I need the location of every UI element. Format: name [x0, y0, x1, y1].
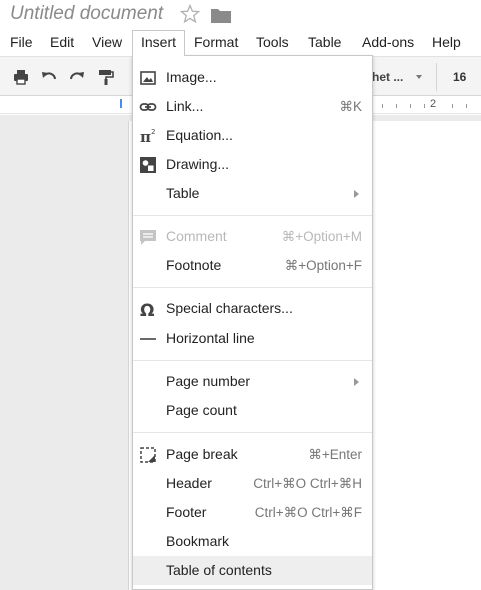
page-break-icon: [140, 447, 156, 463]
print-icon[interactable]: [12, 68, 30, 86]
star-icon[interactable]: [180, 4, 200, 24]
submenu-arrow-icon: [354, 378, 359, 386]
title-row: Untitled document: [0, 0, 481, 30]
horizontal-line-icon: [140, 338, 156, 340]
menu-divider: [133, 287, 372, 288]
ruler-tick: [382, 104, 383, 108]
toolbar-divider: [436, 63, 437, 91]
menu-item-label: Link...: [166, 98, 204, 114]
link-icon: [139, 103, 157, 111]
insert-menu: Image... Link... ⌘K π 2 Equation... Draw…: [132, 55, 373, 590]
menu-item-shortcut: ⌘+Option+M: [281, 229, 362, 244]
menu-divider: [133, 432, 372, 433]
menu-item-label: Comment: [166, 228, 227, 244]
insert-comment-item: Comment ⌘+Option+M: [133, 222, 372, 251]
insert-page-break-item[interactable]: Page break ⌘+Enter: [133, 440, 372, 469]
insert-link-item[interactable]: Link... ⌘K: [133, 92, 372, 121]
font-size-select[interactable]: 16: [453, 70, 466, 84]
document-title[interactable]: Untitled document: [10, 3, 163, 25]
menu-item-shortcut: ⌘+Option+F: [284, 258, 362, 273]
insert-drawing-item[interactable]: Drawing...: [133, 150, 372, 179]
menu-view[interactable]: View: [92, 30, 122, 56]
undo-icon[interactable]: [40, 68, 58, 86]
ruler-number: 2: [430, 98, 437, 110]
insert-table-of-contents-item[interactable]: Table of contents: [133, 556, 372, 585]
menu-item-label: Drawing...: [166, 156, 230, 172]
ruler-tick: [452, 104, 453, 108]
redo-icon[interactable]: [68, 68, 86, 86]
insert-equation-item[interactable]: π 2 Equation...: [133, 121, 372, 150]
insert-image-item[interactable]: Image...: [133, 63, 372, 92]
svg-text:π: π: [140, 128, 151, 145]
insert-footer-item[interactable]: Footer Ctrl+⌘O Ctrl+⌘F: [133, 498, 372, 527]
menu-item-label: Image...: [166, 69, 217, 85]
menu-bar: File Edit View Insert Format Tools Table…: [0, 30, 481, 56]
menu-item-label: Table of contents: [166, 562, 272, 578]
menu-item-label: Special characters...: [166, 300, 293, 316]
menu-item-shortcut: ⌘+Enter: [308, 447, 362, 462]
menu-divider: [133, 215, 372, 216]
menu-item-label: Header: [166, 475, 212, 491]
menu-item-shortcut: Ctrl+⌘O Ctrl+⌘F: [254, 505, 362, 520]
ruler-tick: [410, 104, 411, 108]
paint-format-icon[interactable]: [97, 68, 115, 86]
insert-page-number-item[interactable]: Page number: [133, 367, 372, 396]
insert-table-item[interactable]: Table: [133, 179, 372, 208]
menu-item-label: Horizontal line: [166, 330, 255, 346]
font-name-select[interactable]: het ...: [372, 70, 403, 84]
menu-insert[interactable]: Insert: [132, 30, 186, 56]
menu-table[interactable]: Table: [308, 30, 341, 56]
insert-footnote-item[interactable]: Footnote ⌘+Option+F: [133, 251, 372, 280]
menu-item-label: Page break: [166, 446, 238, 462]
ruler-tick: [466, 104, 467, 108]
comment-icon: [140, 230, 156, 245]
equation-icon: π 2: [140, 128, 155, 145]
ruler-tick: [396, 104, 397, 108]
menu-item-label: Footnote: [166, 257, 222, 273]
menu-tools[interactable]: Tools: [256, 30, 289, 56]
folder-icon[interactable]: [211, 7, 231, 23]
svg-text:2: 2: [151, 128, 155, 136]
menu-item-label: Page number: [166, 373, 251, 389]
omega-icon: Ω: [140, 301, 154, 318]
submenu-arrow-icon: [354, 190, 359, 198]
insert-page-count-item[interactable]: Page count: [133, 396, 372, 425]
insert-bookmark-item[interactable]: Bookmark: [133, 527, 372, 556]
menu-item-shortcut: Ctrl+⌘O Ctrl+⌘H: [253, 476, 362, 491]
drawing-icon: [140, 157, 156, 173]
menu-item-label: Page count: [166, 402, 237, 418]
menu-item-label: Table: [166, 185, 200, 201]
ruler-indent-marker[interactable]: [120, 99, 122, 108]
insert-horizontal-line-item[interactable]: Horizontal line: [133, 324, 372, 353]
svg-text:Ω: Ω: [140, 301, 154, 318]
insert-header-item[interactable]: Header Ctrl+⌘O Ctrl+⌘H: [133, 469, 372, 498]
menu-addons[interactable]: Add-ons: [362, 30, 414, 56]
menu-item-label: Footer: [166, 504, 207, 520]
menu-format[interactable]: Format: [194, 30, 238, 56]
menu-file[interactable]: File: [10, 30, 33, 56]
ruler-tick: [424, 104, 425, 108]
menu-divider: [133, 360, 372, 361]
menu-edit[interactable]: Edit: [50, 30, 74, 56]
menu-item-label: Equation...: [166, 127, 233, 143]
menu-help[interactable]: Help: [432, 30, 461, 56]
menu-item-shortcut: ⌘K: [339, 99, 362, 114]
menu-item-label: Bookmark: [166, 533, 230, 549]
image-icon: [140, 71, 156, 85]
chevron-down-icon[interactable]: [416, 75, 422, 79]
insert-special-characters-item[interactable]: Ω Special characters...: [133, 294, 372, 323]
